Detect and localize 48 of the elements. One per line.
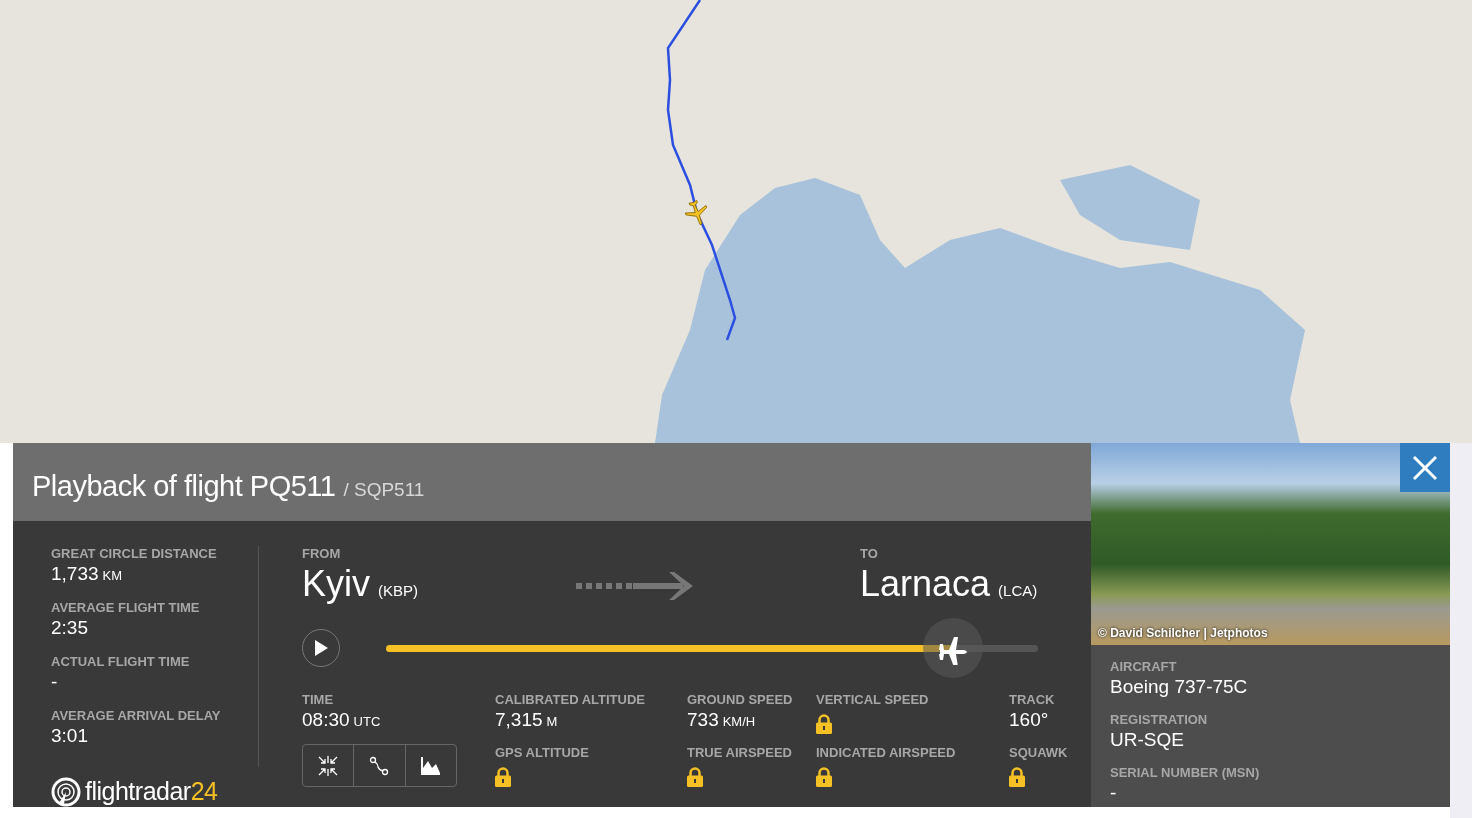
stat-value: 2:35 (51, 616, 89, 640)
stat-label: SQUAWK (1009, 745, 1069, 761)
stat-label: GREAT CIRCLE DISTANCE (51, 546, 218, 562)
close-button[interactable] (1400, 443, 1450, 492)
lock-icon (816, 714, 832, 734)
lock-icon (816, 767, 832, 787)
route-icon (369, 755, 390, 776)
play-icon (314, 640, 328, 656)
lock-icon (687, 767, 703, 787)
collapse-arrows-icon (317, 755, 339, 776)
aircraft-icon (684, 199, 708, 225)
info-value: UR-SQE (1110, 728, 1185, 752)
stat-value: - (51, 670, 59, 694)
info-label: SERIAL NUMBER (MSN) (1110, 765, 1261, 781)
stat-label: TRACK (1009, 692, 1056, 708)
stat-label: CALIBRATED ALTITUDE (495, 692, 646, 708)
stat-value: 733 KM/H (687, 708, 757, 732)
stat-label: AVERAGE ARRIVAL DELAY (51, 708, 222, 724)
stat-label: TRUE AIRSPEED (687, 745, 793, 761)
area-chart-icon (420, 755, 442, 776)
callsign-text: / SQP511 (343, 479, 425, 500)
info-label: AIRCRAFT (1110, 659, 1178, 675)
stat-label: GROUND SPEED (687, 692, 794, 708)
logo-text: flightradar24 (85, 776, 218, 807)
radar-logo-icon (51, 776, 81, 807)
info-value: Boeing 737-75C (1110, 675, 1249, 699)
route-label: TO (860, 546, 879, 562)
lock-icon (1009, 767, 1025, 787)
close-icon (1412, 454, 1438, 481)
stat-label: INDICATED AIRSPEED (816, 745, 957, 761)
stat-value: 08:30 UTC (302, 708, 382, 732)
lock-icon (495, 767, 511, 787)
stat-value: 1,733 KM (51, 562, 124, 586)
city-name: Kyiv (KBP) (302, 562, 420, 606)
stat-label: AVERAGE FLIGHT TIME (51, 600, 201, 616)
info-value: - (1110, 781, 1118, 805)
stat-value: 160° (1009, 708, 1050, 732)
stat-label: ACTUAL FLIGHT TIME (51, 654, 191, 670)
photo-credit: © David Schilcher | Jetphotos (1098, 625, 1268, 642)
city-name: Larnaca (LCA) (860, 562, 1039, 606)
stat-value: 7,315 M (495, 708, 559, 732)
stat-label: GPS ALTITUDE (495, 745, 590, 761)
route-label: FROM (302, 546, 342, 562)
stat-label: TIME (302, 692, 335, 708)
flight-title: Playback of flight PQ511 (32, 470, 336, 502)
stat-value: 3:01 (51, 724, 89, 748)
info-label: REGISTRATION (1110, 712, 1209, 728)
stat-label: VERTICAL SPEED (816, 692, 930, 708)
